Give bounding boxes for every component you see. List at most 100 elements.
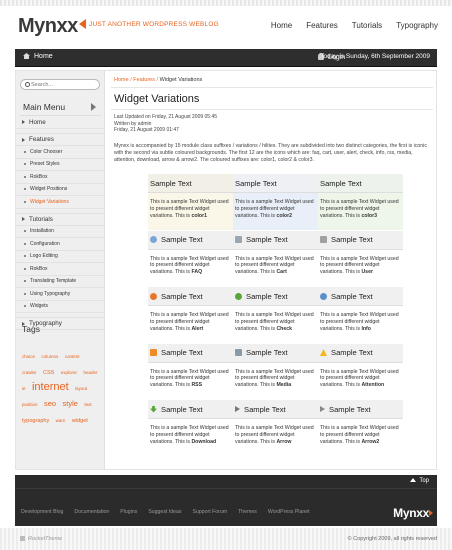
sidebar-item-widget-positions[interactable]: Widget Positions [16,184,105,196]
widget-user: Sample Text This is a sample Text Widget … [318,230,403,288]
back-to-top-link[interactable]: Top [410,478,429,484]
sidebar-item-color-chooser[interactable]: Color Chooser [16,146,105,159]
tag-link[interactable]: widget [72,418,88,424]
rss-icon [150,349,157,356]
today-date: Today is Sunday, 6th September 2009 [320,53,430,60]
sidebar-item-configuration[interactable]: Configuration [16,238,105,251]
site-logo[interactable]: Mynxx [18,15,78,38]
widget-body-text: This is a sample Text Widget used to pre… [150,255,229,276]
nav-tutorials[interactable]: Tutorials [352,21,382,30]
sidebar-item-rokbox[interactable]: RokBox [16,171,105,184]
sidebar-item-label: Using Typography [30,290,71,297]
sidebar-item-tutorials[interactable]: Tutorials [16,212,105,226]
widget-body: This is a sample Text Widget used to pre… [318,193,403,230]
nav-home[interactable]: Home [271,21,292,30]
bullet-icon [24,175,26,178]
widget-heading-text: Sample Text [246,235,288,244]
sidebar-item-using-typography[interactable]: Using Typography [16,288,105,301]
sidebar-item-logo-editing[interactable]: Logo Editing [16,251,105,263]
footer-link-support-forum[interactable]: Support Forum [192,509,227,515]
widget-suffix: color3 [361,212,378,219]
nav-typography[interactable]: Typography [396,21,438,30]
widget-body-text: This is a sample Text Widget used to pre… [235,199,314,219]
widget-row: Sample Text This is a sample Text Widget … [148,230,403,288]
widget-media: Sample Text This is a sample Text Widget … [233,343,318,401]
widget-download: Sample Text This is a sample Text Widget … [148,400,233,457]
footer-link-plugins[interactable]: Plugins [120,509,137,515]
widget-suffix: Check [276,325,293,332]
tag-link[interactable]: crawler [22,370,37,375]
footer-link-wordpress-planet[interactable]: WordPress Planet [268,509,310,515]
widget-heading: Sample Text [318,174,403,193]
widget-alert: Sample Text This is a sample Text Widget … [148,287,233,344]
tag-link[interactable]: internet [32,381,69,393]
widget-row: Sample Text This is a sample Text Widget … [148,174,403,231]
widget-body: This is a sample Text Widget used to pre… [318,363,403,389]
tag-link[interactable]: header [83,370,97,375]
widget-suffix: Info [361,325,371,332]
widget-heading: Sample Text [233,343,318,363]
chevron-right-icon[interactable] [91,103,96,111]
widget-check: Sample Text This is a sample Text Widget … [233,287,318,344]
tag-link[interactable]: explorer [61,370,77,375]
tag-link[interactable]: content [65,354,80,359]
sidebar-item-preset-styles[interactable]: Preset Styles [16,159,105,171]
breadcrumb-home[interactable]: Home [114,77,129,83]
sidebar-item-translating-template[interactable]: Translating Template [16,276,105,288]
top-link-label: Top [419,478,429,484]
tag-link[interactable]: warn [56,418,66,423]
home-link[interactable]: Home [23,53,53,60]
tag-link[interactable]: columns [41,354,58,359]
tag-link[interactable]: position [22,402,38,407]
sidebar-item-installation[interactable]: Installation [16,226,105,238]
widget-body-text: This is a sample Text Widget used to pre… [150,368,229,389]
tag-link[interactable]: ie [22,386,26,391]
info-icon [320,292,327,300]
widget-color2: Sample Text This is a sample Text Widget … [233,174,318,231]
sidebar-item-home[interactable]: Home [16,116,105,129]
widget-heading: Sample Text [148,230,233,250]
footer-link-development-blog[interactable]: Development Blog [21,509,63,515]
bullet-icon [24,267,26,270]
nav-features[interactable]: Features [306,21,338,30]
tag-link[interactable]: style [63,399,78,408]
sidebar-item-features[interactable]: Features [16,133,105,146]
widget-grid: Sample Text This is a sample Text Widget … [148,174,403,457]
widget-attention: Sample Text This is a sample Text Widget … [318,343,403,401]
bullet-icon [24,150,26,153]
tag-link[interactable]: choice [22,354,35,359]
tag-link[interactable]: layout [75,386,87,391]
widget-body: This is a sample Text Widget used to pre… [233,193,318,230]
tag-link[interactable]: seo [44,399,56,408]
sidebar-item-widget-variations[interactable]: Widget Variations [16,196,105,209]
sidebar-item-label: Color Chooser [30,148,63,155]
footer-logo[interactable]: Mynxx [393,506,429,520]
sidebar-item-label: Preset Styles [30,161,60,168]
widget-heading: Sample Text [318,400,403,419]
footer-link-themes[interactable]: Themes [238,509,257,515]
tag-link[interactable]: text [84,402,91,407]
widget-heading-text: Sample Text [246,348,288,357]
divider [111,109,433,110]
sidebar-item-label: RokBox [30,173,48,180]
footer-nav: Development Blog Documentation Plugins Sugg… [21,509,321,515]
search-input[interactable] [31,80,97,89]
footer-top-bar: Top [15,475,437,489]
footer-link-suggest-ideas[interactable]: Suggest Ideas [148,509,181,515]
sidebar: Main Menu Home Features Color Chooser Prese… [16,71,105,469]
widget-body-text: This is a sample Text Widget used to pre… [235,255,314,276]
sidebar-item-rokbox[interactable]: RokBox [16,263,105,276]
rockettheme-label: RocketTheme [28,536,63,542]
tag-link[interactable]: CSS [43,370,54,376]
bullet-icon [24,280,26,283]
widget-heading-text: Sample Text [331,348,373,357]
widget-body: This is a sample Text Widget used to pre… [148,363,233,389]
widget-heading: Sample Text [318,230,403,250]
sidebar-item-label: Tutorials [29,215,53,223]
breadcrumb-features[interactable]: Features [133,77,155,83]
rockettheme-logo[interactable]: RocketTheme [20,536,62,542]
widget-heading: Sample Text [233,400,318,419]
tag-link[interactable]: typography [22,418,49,424]
sidebar-item-widgets[interactable]: Widgets [16,301,105,313]
footer-link-documentation[interactable]: Documentation [74,509,109,515]
